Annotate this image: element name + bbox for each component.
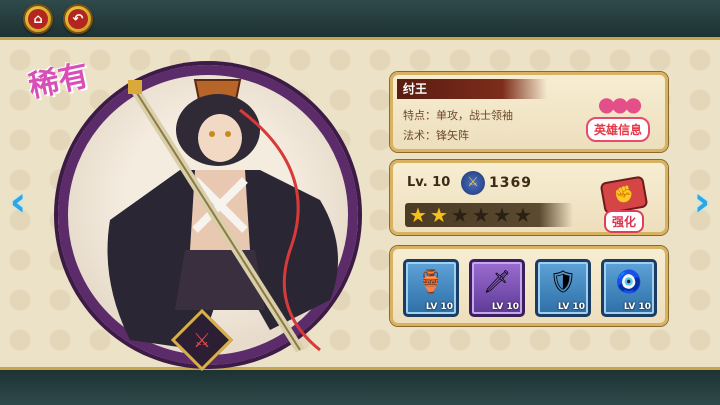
equipment-row: 🏺 LV 10 🗡 LV 10 🛡 LV 10 🧿 LV 10 bbox=[403, 259, 657, 317]
equipment-slot[interactable]: 🗡 LV 10 bbox=[469, 259, 525, 317]
hero-info-button[interactable]: ●●● 英雄信息 bbox=[577, 91, 659, 143]
weapon-type-icon: ⚔ bbox=[193, 328, 211, 352]
hero-power: 1369 bbox=[489, 175, 532, 191]
hero-formation: 法术：锋矢阵 bbox=[403, 129, 469, 142]
equipment-slot[interactable]: 🏺 LV 10 bbox=[403, 259, 459, 317]
home-icon: ⌂ bbox=[28, 9, 48, 29]
equipment-panel: 🏺 LV 10 🗡 LV 10 🛡 LV 10 🧿 LV 10 bbox=[390, 246, 668, 326]
equipment-level: LV 10 bbox=[491, 302, 519, 312]
star-empty-icon: ★ bbox=[472, 203, 490, 227]
star-empty-icon: ★ bbox=[451, 203, 469, 227]
hero-level: Lv. 10 bbox=[407, 175, 451, 190]
star-filled-icon: ★ bbox=[430, 203, 448, 227]
equipment-slot[interactable]: 🧿 LV 10 bbox=[601, 259, 657, 317]
equipment-slot[interactable]: 🛡 LV 10 bbox=[535, 259, 591, 317]
top-bar bbox=[0, 0, 720, 40]
star-rating: ★ ★ ★ ★ ★ ★ bbox=[405, 203, 573, 227]
next-hero-arrow[interactable]: › bbox=[692, 178, 712, 226]
hero-portrait bbox=[107, 79, 338, 353]
prev-hero-arrow[interactable]: ‹ bbox=[8, 178, 28, 226]
face bbox=[198, 114, 242, 162]
equipment-level: LV 10 bbox=[557, 302, 585, 312]
hero-info-icon: ●●● bbox=[597, 92, 642, 116]
armor-icon: 🛡 bbox=[549, 270, 577, 295]
hero-info-panel: 纣王 特点：单攻，战士领袖 法术：锋矢阵 ●●● 英雄信息 bbox=[390, 72, 668, 152]
enhance-label: 强化 bbox=[603, 210, 644, 233]
star-filled-icon: ★ bbox=[409, 203, 427, 227]
hero-name: 纣王 bbox=[397, 79, 547, 99]
hero-trait: 特点：单攻，战士领袖 bbox=[403, 109, 513, 122]
hero-info-label: 英雄信息 bbox=[585, 117, 650, 142]
gourd-icon: 🏺 bbox=[417, 270, 445, 295]
bottom-bar bbox=[0, 367, 720, 405]
enhance-button[interactable]: ✊ 强化 bbox=[593, 175, 655, 233]
hero-level-panel: Lv. 10 ⚔ 1369 ★ ★ ★ ★ ★ ★ ✊ 强化 bbox=[390, 160, 668, 235]
equipment-level: LV 10 bbox=[623, 302, 651, 312]
star-empty-icon: ★ bbox=[493, 203, 511, 227]
star-empty-icon: ★ bbox=[514, 203, 532, 227]
home-button[interactable]: ⌂ bbox=[23, 4, 53, 34]
fist-icon: ✊ bbox=[599, 175, 649, 215]
equipment-level: LV 10 bbox=[425, 302, 453, 312]
sword-icon: 🗡 bbox=[483, 270, 511, 295]
back-arrow-icon: ↶ bbox=[68, 9, 88, 29]
charm-icon: 🧿 bbox=[615, 270, 643, 295]
power-icon: ⚔ bbox=[461, 171, 485, 195]
back-button[interactable]: ↶ bbox=[63, 4, 93, 34]
